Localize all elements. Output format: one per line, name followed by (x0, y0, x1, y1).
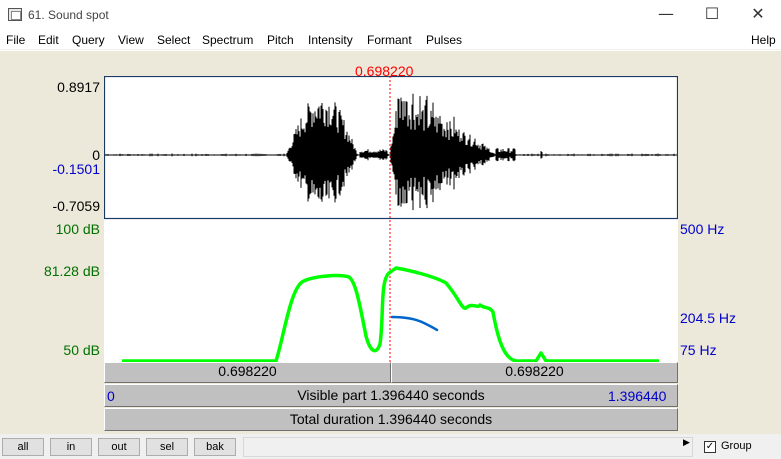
maximize-button[interactable]: ☐ (689, 0, 735, 30)
horizontal-scrollbar[interactable] (243, 437, 693, 457)
intensity-bottom-label: 50 dB (63, 342, 100, 358)
pitch-value-label: 204.5 Hz (680, 310, 737, 326)
menu-view[interactable]: View (118, 33, 144, 47)
menu-intensity[interactable]: Intensity (308, 33, 353, 47)
timebar-right-segment[interactable]: 0.698220 (391, 362, 678, 383)
window-title: 61. Sound spot (28, 8, 109, 22)
waveform-max-label: 0.8917 (57, 79, 100, 95)
title-bar: 61. Sound spot — ☐ ✕ (0, 0, 781, 30)
bottom-toolbar: all in out sel bak ◀ ▶ ✓ Group (0, 434, 781, 459)
menu-edit[interactable]: Edit (38, 33, 59, 47)
sound-plot[interactable] (104, 76, 678, 362)
visible-part-bar[interactable]: Visible part 1.396440 seconds (104, 384, 678, 407)
waveform-min-label: -0.7059 (52, 198, 100, 214)
zoom-in-button[interactable]: in (50, 438, 92, 456)
intensity-value-label: 81.28 dB (43, 263, 100, 279)
menu-formant[interactable]: Formant (367, 33, 412, 47)
close-button[interactable]: ✕ (735, 0, 781, 30)
intensity-top-label: 100 dB (55, 221, 100, 237)
visible-start-label: 0 (107, 388, 115, 404)
zoom-all-button[interactable]: all (2, 438, 44, 456)
minimize-button[interactable]: — (643, 0, 689, 30)
timebar-right-text: 0.698220 (505, 363, 564, 379)
menu-bar: File Edit Query View Select Spectrum Pit… (0, 30, 781, 50)
zoom-sel-button[interactable]: sel (146, 438, 188, 456)
menu-query[interactable]: Query (72, 33, 105, 47)
menu-spectrum[interactable]: Spectrum (202, 33, 253, 47)
menu-select[interactable]: Select (157, 33, 190, 47)
pitch-top-label: 500 Hz (680, 221, 725, 237)
menu-help[interactable]: Help (751, 33, 776, 47)
group-label: Group (721, 440, 752, 452)
timebar-left-segment[interactable]: 0.698220 (104, 362, 391, 383)
pitch-bottom-label: 75 Hz (680, 342, 717, 358)
menu-file[interactable]: File (6, 33, 25, 47)
menu-pulses[interactable]: Pulses (426, 33, 462, 47)
pitch-curve (390, 315, 439, 332)
total-duration-text: Total duration 1.396440 seconds (289, 411, 493, 427)
visible-part-text: Visible part 1.396440 seconds (297, 387, 485, 403)
timebar-left-text: 0.698220 (218, 363, 277, 379)
praat-window-icon (8, 8, 22, 21)
visible-end-label: 1.396440 (608, 388, 667, 404)
plot-svg (104, 76, 678, 362)
zoom-out-button[interactable]: out (98, 438, 140, 456)
group-checkbox[interactable]: ✓ (704, 441, 716, 453)
waveform-cursor-value-label: -0.1501 (52, 161, 100, 177)
menu-pitch[interactable]: Pitch (267, 33, 294, 47)
total-duration-bar[interactable]: Total duration 1.396440 seconds (104, 408, 678, 431)
scroll-right-arrow-icon[interactable]: ▶ (683, 437, 690, 448)
zoom-back-button[interactable]: bak (194, 438, 236, 456)
checkmark-icon: ✓ (705, 441, 715, 452)
